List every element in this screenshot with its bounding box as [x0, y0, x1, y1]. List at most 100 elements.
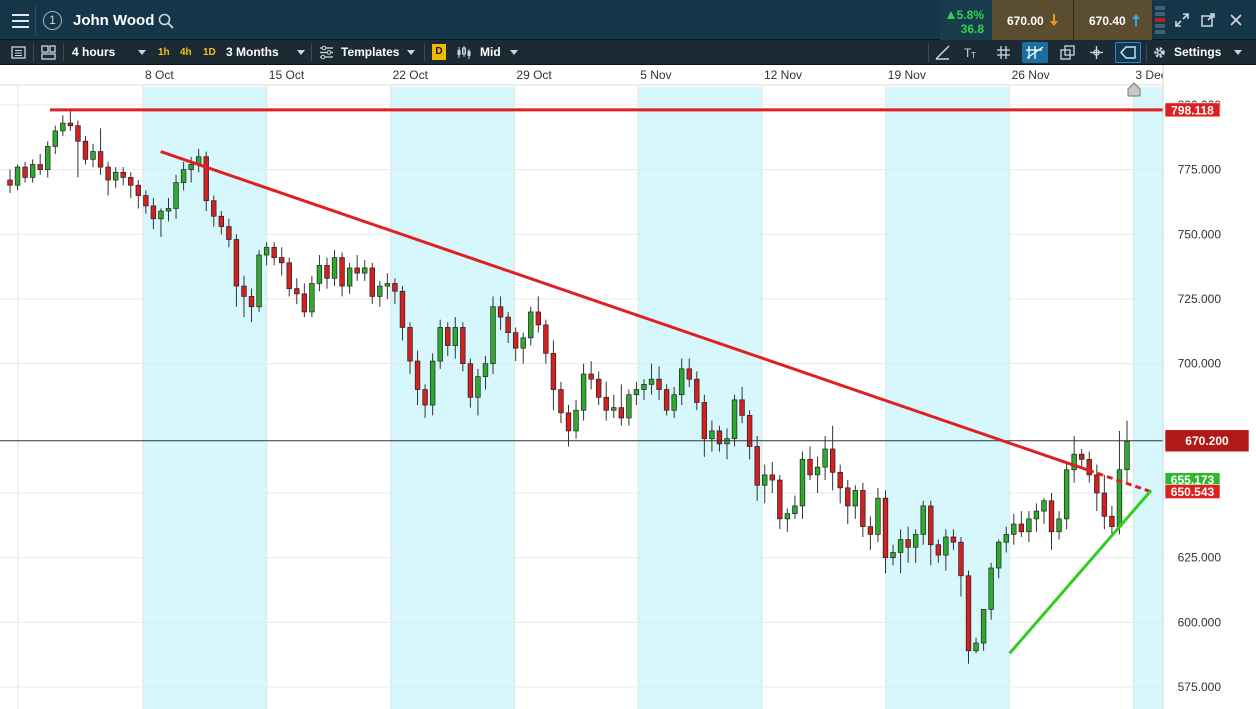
candlestick-type-icon[interactable]	[455, 44, 472, 61]
candle-up-body	[188, 164, 194, 171]
range-dropdown-icon[interactable]	[297, 50, 305, 55]
candle-up-body	[633, 389, 640, 396]
quick-interval-1d[interactable]: 1D	[201, 45, 218, 60]
candle-down-body	[497, 306, 504, 318]
y-tick-label: 700.000	[1178, 357, 1222, 371]
candle-up-body	[309, 283, 315, 313]
candle-up-body	[792, 505, 798, 515]
quick-interval-1h[interactable]: 1h	[156, 45, 172, 60]
x-tick-label: 26 Nov	[1012, 68, 1050, 82]
candle-down-body	[460, 327, 466, 365]
settings-button[interactable]: Settings	[1174, 40, 1221, 65]
layout-icon[interactable]	[40, 44, 57, 61]
templates-button[interactable]: Templates	[341, 40, 399, 65]
settings-gear-icon[interactable]	[1151, 44, 1168, 61]
draw-line-icon[interactable]	[934, 44, 951, 61]
settings-dropdown-icon[interactable]	[1234, 50, 1242, 55]
price-type-select[interactable]: Mid	[480, 40, 501, 65]
candle-up-body	[799, 459, 806, 507]
candle	[1033, 503, 1040, 532]
crosshair-icon[interactable]	[1088, 44, 1105, 61]
candle-up-body	[1033, 510, 1040, 520]
layers-icon[interactable]	[1059, 44, 1076, 61]
search-icon[interactable]	[158, 13, 174, 29]
candle-up-body	[996, 541, 1002, 569]
info-icon[interactable]: 1	[43, 11, 62, 30]
candle	[1026, 511, 1032, 543]
d-toggle[interactable]: D	[432, 44, 446, 60]
range-select[interactable]: 3 Months	[226, 40, 279, 65]
candle-down-body	[354, 267, 360, 274]
drawing-tools-button[interactable]	[1022, 42, 1048, 63]
candle	[286, 257, 292, 297]
grid-icon[interactable]	[995, 44, 1012, 61]
interval-select[interactable]: 4 hours	[72, 40, 115, 65]
candle-down-body	[120, 171, 126, 178]
x-axis-strip	[0, 65, 1256, 85]
candlestick-chart[interactable]: 8 Oct 15 Oct 22 Oct 29 Oct 5 Nov 12 Nov 19 Nov…	[0, 65, 1256, 709]
candle-down-body	[965, 575, 972, 652]
change-percent: 5.8%	[946, 8, 984, 22]
candle	[301, 283, 308, 318]
candle-up-body	[724, 438, 730, 445]
quick-interval-4h[interactable]: 4h	[178, 45, 194, 60]
candle-down-body	[701, 402, 708, 440]
candle-down-body	[686, 368, 692, 380]
popout-icon[interactable]	[1200, 12, 1216, 28]
menu-icon[interactable]	[4, 6, 36, 36]
candle-up-body	[112, 171, 119, 181]
current-price-tag: 670.200	[1164, 429, 1250, 453]
candle-up-body	[331, 257, 338, 279]
candle	[316, 255, 323, 292]
candle-up-body	[520, 337, 526, 349]
candle-down-body	[301, 293, 308, 313]
buy-button[interactable]: 670.40	[1074, 0, 1152, 40]
expand-icon[interactable]	[1174, 12, 1190, 28]
candle-down-body	[467, 363, 474, 398]
text-tool-icon[interactable]: T T	[963, 44, 980, 61]
candle	[354, 255, 360, 281]
candle-up-body	[912, 534, 919, 548]
candle-up-body	[490, 306, 496, 365]
y-tick-label: 750.000	[1178, 227, 1222, 241]
horizontal-level-tag-text: 798.118	[1171, 103, 1214, 117]
templates-icon[interactable]	[318, 44, 335, 61]
price-tag-button[interactable]	[1115, 42, 1141, 63]
candle-up-body	[1056, 518, 1062, 533]
candle	[7, 169, 13, 193]
candle	[573, 399, 579, 439]
candle-down-body	[905, 539, 911, 548]
sell-button[interactable]: 670.00	[992, 0, 1074, 40]
candle-down-body	[739, 399, 745, 416]
market-depth-icon[interactable]	[1155, 6, 1167, 36]
candle-down-body	[860, 490, 866, 527]
candle	[1018, 511, 1025, 537]
x-tick-label: 22 Oct	[393, 68, 429, 82]
candle	[60, 115, 66, 137]
list-icon[interactable]	[10, 44, 27, 61]
change-percent-value: 5.8%	[956, 8, 984, 22]
chart-area[interactable]: 8 Oct 15 Oct 22 Oct 29 Oct 5 Nov 12 Nov 19 Nov…	[0, 65, 1256, 709]
interval-dropdown-icon[interactable]	[138, 50, 146, 55]
candle	[814, 456, 821, 493]
candle	[1056, 511, 1062, 540]
templates-dropdown-icon[interactable]	[407, 50, 415, 55]
candle	[837, 464, 843, 504]
candle-up-body	[1124, 440, 1130, 471]
price-type-dropdown-icon[interactable]	[510, 50, 518, 55]
candle-down-body	[82, 140, 89, 160]
candle	[82, 136, 89, 165]
candle	[14, 164, 21, 191]
candle	[112, 167, 119, 188]
candle	[324, 257, 330, 289]
candle	[309, 275, 315, 318]
close-icon[interactable]	[1228, 12, 1244, 28]
candle-up-body	[60, 122, 66, 132]
candle	[611, 394, 617, 418]
candle	[384, 273, 391, 299]
candle-down-body	[663, 389, 670, 411]
candle-down-body	[286, 262, 292, 290]
candle	[852, 485, 858, 519]
candle	[105, 161, 111, 196]
candle-up-body	[980, 609, 987, 644]
